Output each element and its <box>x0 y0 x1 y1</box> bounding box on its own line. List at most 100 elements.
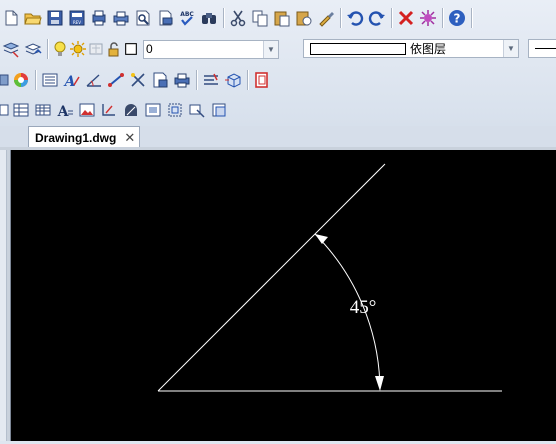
dropdown-arrow-icon: ▼ <box>263 40 278 58</box>
trim-icon <box>131 73 145 87</box>
multiline-text-button[interactable]: A <box>54 99 76 121</box>
table-style-icon <box>35 104 51 116</box>
measure-icon <box>108 73 124 87</box>
revision-cloud-button[interactable] <box>208 99 230 121</box>
toolbar-separator <box>391 8 392 28</box>
align-icon <box>204 73 218 85</box>
pdf-export-button[interactable] <box>251 69 273 91</box>
scissors-icon <box>230 10 246 27</box>
linetype-dropdown[interactable]: 依图层 ▼ <box>303 39 519 58</box>
close-icon[interactable]: ✕ <box>124 131 135 144</box>
toolbar-separator <box>35 70 36 90</box>
layer-viewport-freeze-toggle[interactable] <box>87 38 105 60</box>
toolbar-separator <box>223 8 224 28</box>
properties-button[interactable] <box>149 69 171 91</box>
toolbar-separator <box>471 8 472 28</box>
save-icon <box>47 10 63 26</box>
angle-dimension-text[interactable]: 45° <box>350 297 377 318</box>
layer-dropdown[interactable]: 0 ▼ <box>143 39 279 59</box>
dimension-arrowhead-bottom <box>375 376 384 391</box>
print-button[interactable] <box>110 7 132 29</box>
color-wheel-icon <box>14 73 28 87</box>
color-button[interactable] <box>10 69 32 91</box>
block-button[interactable] <box>222 69 244 91</box>
paste-special-button[interactable] <box>293 7 315 29</box>
align-button[interactable] <box>200 69 222 91</box>
red-document-icon <box>255 72 268 88</box>
design-center-button[interactable] <box>171 69 193 91</box>
save-rev-icon: REV <box>69 10 85 26</box>
hatch-button[interactable] <box>120 99 142 121</box>
text-style-button[interactable]: A <box>61 69 83 91</box>
dimension-style-button[interactable] <box>83 69 105 91</box>
undo-icon <box>347 11 364 26</box>
folder-open-icon <box>24 13 42 25</box>
toolbar-separator <box>47 39 48 59</box>
image-button[interactable] <box>76 99 98 121</box>
dropdown-arrow-icon: ▼ <box>503 40 518 57</box>
boundary-button[interactable] <box>164 99 186 121</box>
properties-icon <box>153 72 168 88</box>
partial-tool-button[interactable] <box>0 99 10 121</box>
help-icon: ? <box>449 10 465 26</box>
wipeout-button[interactable] <box>186 99 208 121</box>
lineweight-dropdown[interactable] <box>528 39 556 58</box>
trim-button[interactable] <box>127 69 149 91</box>
list-icon <box>42 73 58 87</box>
copy-button[interactable] <box>249 7 271 29</box>
plot-icon <box>92 10 106 26</box>
picture-icon <box>79 103 95 117</box>
layer-on-toggle[interactable] <box>51 38 69 60</box>
svg-text:ABC: ABC <box>180 11 194 18</box>
inclined-line[interactable] <box>157 163 386 392</box>
left-ruler <box>0 150 7 441</box>
layer-freeze-toggle[interactable] <box>69 38 87 60</box>
publish-button[interactable] <box>154 7 176 29</box>
text-style-icon: A <box>63 74 80 89</box>
dimension-arrowhead-top <box>315 234 328 244</box>
find-button[interactable] <box>198 7 220 29</box>
paste-button[interactable] <box>271 7 293 29</box>
layer-states-button[interactable] <box>0 38 22 60</box>
print-preview-button[interactable] <box>132 7 154 29</box>
match-properties-button[interactable] <box>315 7 337 29</box>
leader-button[interactable] <box>98 99 120 121</box>
drawing-canvas[interactable]: 45° <box>10 150 556 441</box>
layer-lock-toggle[interactable] <box>105 38 123 60</box>
partial-tool-icon <box>0 104 9 116</box>
clipboard-icon <box>274 11 290 27</box>
tab-drawing1[interactable]: Drawing1.dwg ✕ <box>28 126 140 148</box>
plot-button[interactable] <box>88 7 110 29</box>
color-square-icon <box>125 43 137 55</box>
open-button[interactable] <box>22 7 44 29</box>
save-button[interactable] <box>44 7 66 29</box>
standard-toolbar: REV ABC ? <box>0 6 475 30</box>
spell-check-button[interactable]: ABC <box>176 7 198 29</box>
toolbar-separator <box>442 8 443 28</box>
table-style-button[interactable] <box>32 99 54 121</box>
binoculars-icon <box>202 13 216 24</box>
spell-check-icon: ABC <box>180 11 194 26</box>
erase-button[interactable] <box>395 7 417 29</box>
red-x-icon <box>398 10 414 26</box>
redo-button[interactable] <box>366 7 388 29</box>
toolbar-separator <box>247 70 248 90</box>
drawing-svg: 45° <box>157 163 502 392</box>
svg-text:REV: REV <box>73 20 81 25</box>
layer-color-swatch[interactable] <box>123 38 139 60</box>
copy-icon <box>252 10 268 27</box>
save-as-rev-button[interactable]: REV <box>66 7 88 29</box>
explode-button[interactable] <box>417 7 439 29</box>
help-button[interactable]: ? <box>446 7 468 29</box>
new-file-button[interactable] <box>0 7 22 29</box>
cut-button[interactable] <box>227 7 249 29</box>
undo-button[interactable] <box>344 7 366 29</box>
region-button[interactable] <box>142 99 164 121</box>
explode-icon <box>420 10 436 26</box>
linetype-value: 依图层 <box>410 42 447 56</box>
table-button[interactable] <box>10 99 32 121</box>
partial-tool-button[interactable] <box>0 69 10 91</box>
layer-previous-button[interactable] <box>22 38 44 60</box>
list-button[interactable] <box>39 69 61 91</box>
distance-button[interactable] <box>105 69 127 91</box>
